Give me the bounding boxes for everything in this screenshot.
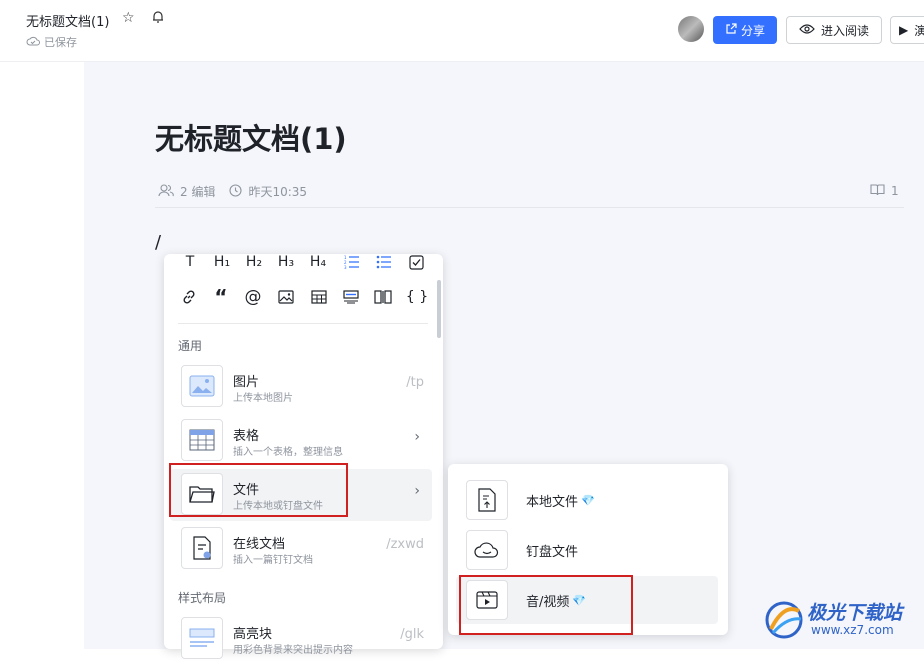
section-layout: 样式布局 [178, 591, 227, 605]
share-button[interactable]: 分享 [713, 16, 777, 44]
cloud-icon [466, 530, 508, 570]
submenu-label: 本地文件 💎 [526, 491, 595, 510]
highlight-box-audio-video [459, 575, 633, 635]
editors-count[interactable]: 2 编辑 [180, 183, 215, 200]
menu-item-table[interactable]: 表格 插入一个表格，整理信息 › [170, 415, 432, 467]
menu-item-image[interactable]: 图片 上传本地图片 /tp [170, 361, 432, 413]
document-meta: 2 编辑 昨天10:35 [158, 183, 307, 200]
heading4-icon[interactable]: H₄ [307, 251, 329, 273]
slash-command-text: / [155, 232, 162, 253]
ordered-list-icon[interactable]: 123 [341, 251, 363, 273]
aurora-logo-icon [763, 599, 805, 645]
submenu-item-dingpan-file[interactable]: 钉盘文件 [456, 526, 718, 574]
code-block-icon[interactable]: { } [405, 286, 429, 308]
bullet-list-icon[interactable] [373, 251, 395, 273]
item-title: 图片 [233, 375, 260, 390]
avatar[interactable] [678, 16, 704, 42]
heading2-icon[interactable]: H₂ [243, 251, 265, 273]
chevron-right-icon: › [414, 483, 420, 499]
menu-item-highlight-block[interactable]: 高亮块 用彩色背景来突出提示内容 /glk [170, 613, 432, 665]
item-title: 表格 [233, 429, 260, 444]
checkbox-icon[interactable] [405, 251, 427, 273]
site-watermark: 极光下载站 www.xz7.com [763, 597, 923, 647]
comment-counter[interactable]: 1 [870, 183, 899, 199]
comment-count: 1 [891, 184, 899, 198]
item-shortcut: /glk [400, 627, 424, 642]
play-icon: ▶ [899, 23, 909, 37]
item-desc: 插入一篇钉钉文档 [233, 555, 313, 566]
document-heading[interactable]: 无标题文档(1) [155, 116, 347, 158]
meta-divider [155, 207, 904, 208]
share-label: 分享 [740, 23, 765, 38]
menu-scrollbar[interactable] [437, 280, 441, 338]
eye-icon [799, 23, 815, 38]
text-style-icon[interactable]: T [179, 251, 201, 273]
submenu-item-local-file[interactable]: 本地文件 💎 [456, 476, 718, 524]
watermark-name: 极光下载站 [807, 602, 903, 624]
read-label: 进入阅读 [820, 23, 869, 38]
quote-icon[interactable]: “ [210, 285, 232, 309]
table-thumbnail-icon [181, 419, 223, 461]
chevron-right-icon: › [414, 429, 420, 445]
present-label: 演 [914, 23, 924, 38]
bell-icon[interactable] [151, 10, 165, 28]
svg-text:3: 3 [344, 265, 347, 269]
item-desc: 插入一个表格，整理信息 [233, 447, 343, 458]
cloud-check-icon [26, 35, 40, 50]
item-shortcut: /zxwd [386, 537, 424, 552]
present-button[interactable]: ▶ 演 [890, 16, 924, 44]
heading3-icon[interactable]: H₃ [275, 251, 297, 273]
reading-mode-button[interactable]: 进入阅读 [786, 16, 882, 44]
highlight-box-file [169, 463, 348, 517]
document-title[interactable]: 无标题文档(1) [26, 11, 109, 30]
save-status: 已保存 [26, 34, 77, 50]
item-title: 在线文档 [233, 537, 286, 552]
share-icon [725, 22, 737, 38]
image-thumbnail-icon [181, 365, 223, 407]
menu-divider [178, 323, 428, 324]
watermark-url: www.xz7.com [811, 623, 894, 637]
submenu-label-text: 本地文件 [526, 495, 579, 510]
left-margin [0, 62, 84, 649]
menu-item-online-doc[interactable]: 在线文档 插入一篇钉钉文档 /zxwd [170, 523, 432, 575]
item-shortcut: /tp [406, 375, 424, 390]
clock-icon [229, 183, 243, 200]
image-icon[interactable] [275, 286, 297, 308]
book-icon [870, 183, 885, 199]
item-desc: 上传本地图片 [233, 393, 293, 404]
submenu-label-text: 钉盘文件 [526, 545, 579, 560]
submenu-label: 钉盘文件 [526, 541, 578, 560]
highlight-block-thumbnail-icon [181, 617, 223, 659]
star-icon[interactable]: ☆ [122, 10, 135, 26]
mention-icon[interactable]: @ [242, 286, 264, 308]
heading1-icon[interactable]: H₁ [211, 251, 233, 273]
diamond-icon: 💎 [581, 494, 595, 507]
table-icon[interactable] [308, 286, 330, 308]
columns-icon[interactable] [372, 286, 394, 308]
link-icon[interactable] [178, 286, 200, 308]
item-title: 高亮块 [233, 627, 273, 642]
saved-text: 已保存 [44, 36, 77, 49]
section-general: 通用 [178, 339, 203, 353]
highlight-block-icon[interactable] [340, 286, 362, 308]
users-icon [158, 183, 174, 200]
upload-file-icon [466, 480, 508, 520]
online-doc-icon [181, 527, 223, 569]
last-edit-time: 昨天10:35 [248, 185, 308, 199]
